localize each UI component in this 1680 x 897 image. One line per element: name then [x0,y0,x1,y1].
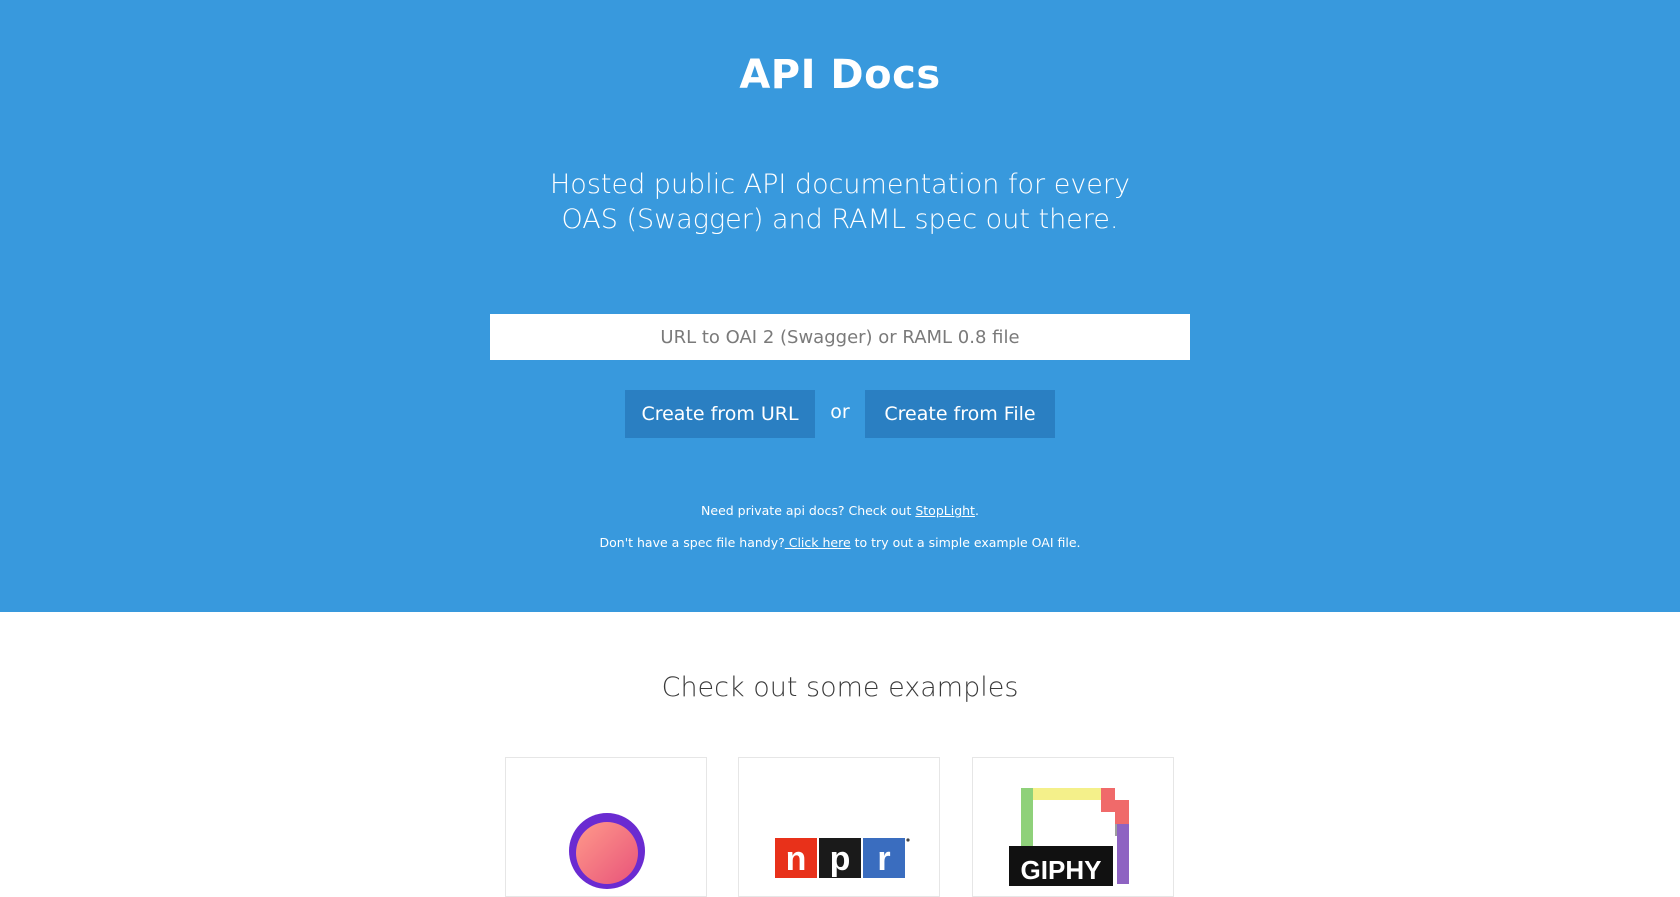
npr-letter-r: r [877,840,890,878]
stoplight-link[interactable]: StopLight [915,503,975,518]
tagline: Hosted public API documentation for ever… [550,169,1130,235]
registered-mark-icon [906,838,910,842]
example-text: Don't have a spec file handy? [599,535,785,550]
examples-title: Check out some examples [661,672,1019,703]
create-from-file-button[interactable]: Create from File [865,390,1055,438]
peach-logo-icon [569,813,645,889]
example-suffix: to try out a simple example OAI file. [850,535,1081,550]
private-docs-note: Need private api docs? Check out StopLig… [0,503,1680,518]
giphy-wordmark: GIPHY [1021,855,1102,885]
example-note: Don't have a spec file handy? Click here… [0,535,1680,550]
private-docs-suffix: . [974,503,979,518]
private-docs-text: Need private api docs? Check out [701,503,916,518]
site-title: API Docs [739,52,941,98]
example-card-npr[interactable]: n p r [738,757,940,897]
or-separator: or [830,401,850,423]
giphy-logo-icon: GIPHY [1009,788,1129,886]
npr-logo-icon: n p r [775,838,910,878]
npr-letter-p: p [830,840,851,878]
create-from-url-button[interactable]: Create from URL [625,390,815,438]
npr-letter-n: n [786,840,807,878]
example-card-giphy[interactable]: GIPHY [972,757,1174,897]
example-card-peach[interactable] [505,757,707,897]
click-here-link[interactable]: Click here [785,535,851,550]
hero-section: API Docs Hosted public API documentation… [0,0,1680,612]
spec-url-input[interactable] [490,314,1190,360]
